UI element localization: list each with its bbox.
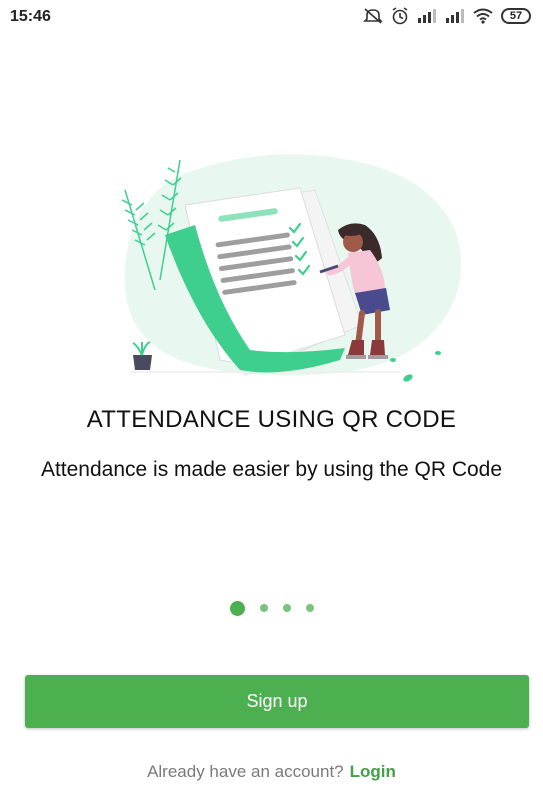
login-row: Already have an account? Login bbox=[0, 762, 543, 782]
login-prompt: Already have an account? bbox=[147, 762, 344, 781]
status-bar: 15:46 57 bbox=[0, 0, 543, 32]
onboarding-title: ATTENDANCE USING QR CODE bbox=[86, 406, 457, 433]
status-icons: 57 bbox=[363, 6, 531, 26]
onboarding-screen: 15:46 57 ATTENDANCE USING QR CODE Attend… bbox=[0, 0, 543, 786]
page-dot-active[interactable] bbox=[229, 600, 245, 616]
signup-button[interactable]: Sign up bbox=[25, 675, 529, 728]
login-link[interactable]: Login bbox=[350, 762, 396, 781]
status-time: 15:46 bbox=[10, 8, 51, 25]
signal-icon bbox=[417, 8, 437, 24]
signal-icon bbox=[445, 8, 465, 24]
mute-icon bbox=[363, 7, 383, 25]
page-dot[interactable] bbox=[282, 604, 291, 612]
battery-level: 57 bbox=[501, 8, 531, 24]
page-dot[interactable] bbox=[305, 604, 314, 612]
attendance-illustration bbox=[121, 154, 462, 382]
battery-icon: 57 bbox=[501, 8, 531, 24]
onboarding-subtitle: Attendance is made easier by using the Q… bbox=[40, 458, 503, 481]
wifi-icon bbox=[473, 8, 493, 24]
pot-plant bbox=[132, 341, 152, 370]
page-indicator bbox=[0, 598, 543, 618]
alarm-icon bbox=[391, 7, 409, 25]
page-dot[interactable] bbox=[259, 604, 268, 612]
